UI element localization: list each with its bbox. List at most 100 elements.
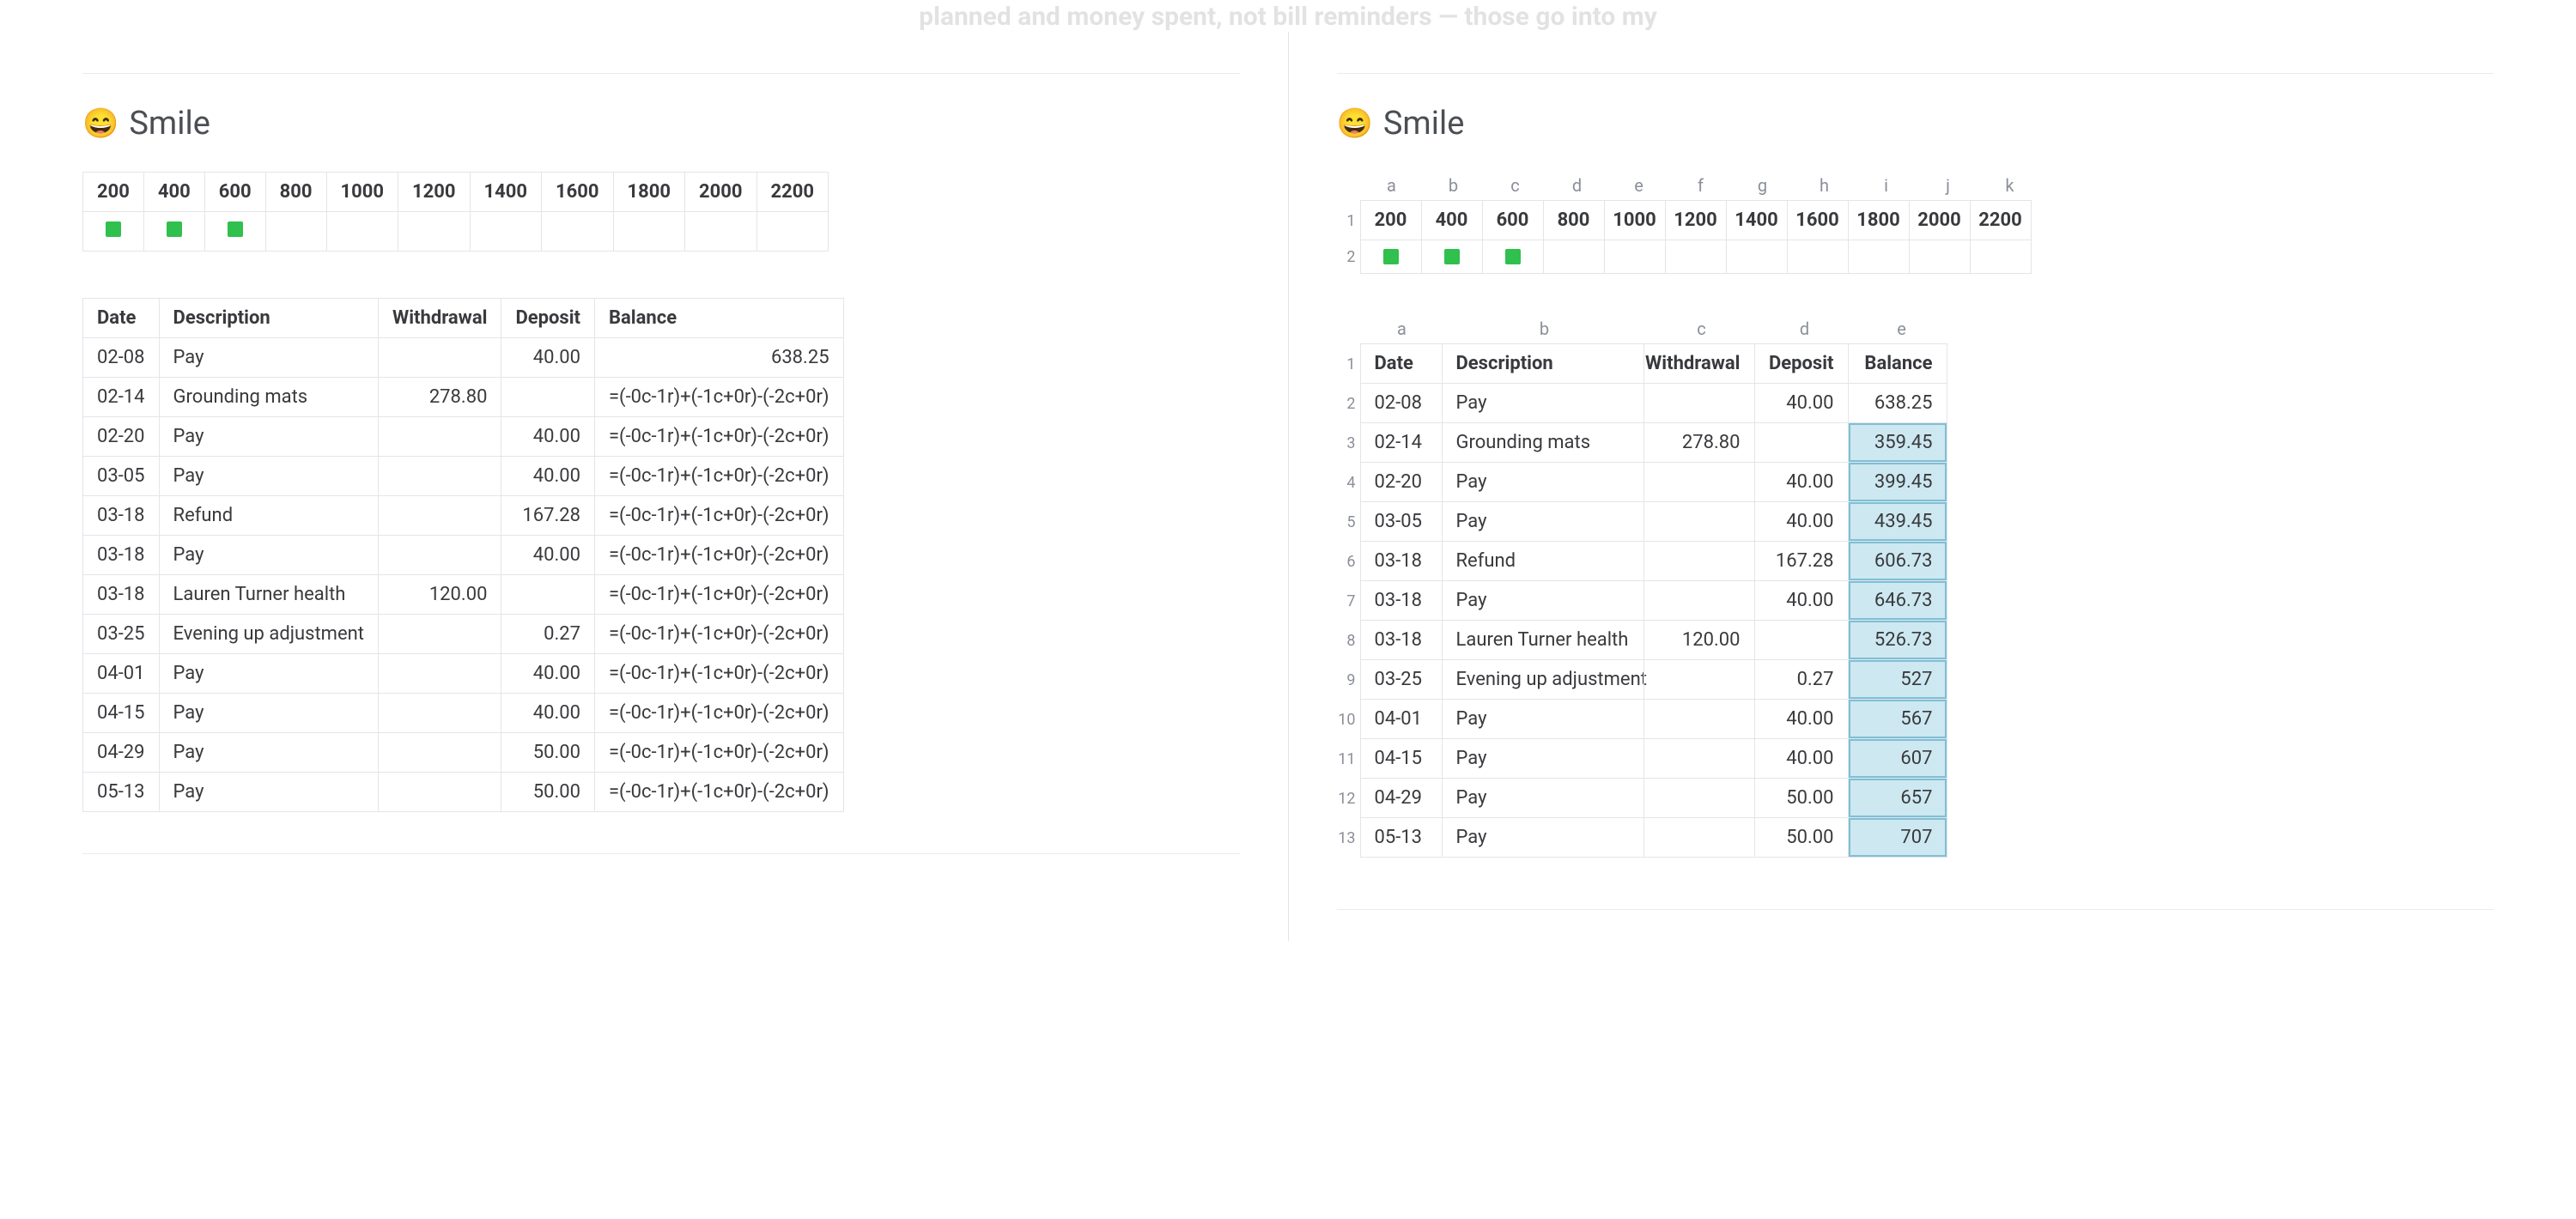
column-letter[interactable]: k [1979, 172, 2041, 201]
table-row[interactable]: 03-18Pay40.00=(-0c-1r)+(-1c+0r)-(-2c+0r) [83, 536, 844, 575]
ledger-cell[interactable]: 120.00 [1643, 620, 1755, 660]
ledger-cell[interactable]: 02-14 [1360, 422, 1443, 463]
scale-header-cell[interactable]: 1600 [1787, 200, 1849, 240]
ledger-cell[interactable] [1754, 422, 1849, 463]
ledger-cell[interactable]: 40.00 [1754, 738, 1849, 779]
scale-header-cell[interactable]: 1200 [398, 173, 471, 212]
row-number[interactable]: 1 [1337, 201, 1361, 240]
ledger-cell[interactable]: 02-20 [1360, 462, 1443, 502]
scale-header-cell[interactable]: 400 [1421, 200, 1483, 240]
row-number[interactable]: 2 [1337, 240, 1361, 274]
scale-header-cell[interactable]: 2200 [1970, 200, 2032, 240]
row-number[interactable]: 4 [1337, 463, 1361, 502]
ledger-cell[interactable]: Pay [159, 694, 378, 733]
ledger-column-header[interactable]: Deposit [1754, 343, 1849, 384]
ledger-column-header[interactable]: Withdrawal [378, 299, 501, 338]
ledger-cell[interactable]: 04-29 [83, 733, 160, 773]
ledger-cell[interactable]: 40.00 [1754, 383, 1849, 423]
ledger-cell[interactable] [501, 378, 595, 417]
ledger-balance-cell[interactable]: 638.25 [1848, 383, 1947, 423]
table-row[interactable]: 02-14Grounding mats278.80=(-0c-1r)+(-1c+… [83, 378, 844, 417]
ledger-cell[interactable]: Evening up adjustment [1442, 659, 1644, 700]
scale-header-cell[interactable]: 600 [204, 173, 265, 212]
table-row[interactable]: 04-01Pay40.00=(-0c-1r)+(-1c+0r)-(-2c+0r) [83, 654, 844, 694]
ledger-cell[interactable]: Pay [159, 733, 378, 773]
scale-cell[interactable] [542, 212, 614, 252]
ledger-cell[interactable]: Pay [159, 654, 378, 694]
column-letter[interactable]: d [1758, 315, 1852, 344]
ledger-cell[interactable]: Pay [1442, 462, 1644, 502]
column-letter[interactable]: a [1361, 315, 1443, 344]
ledger-balance-cell[interactable]: 399.45 [1848, 462, 1947, 502]
ledger-cell[interactable]: 02-08 [83, 338, 160, 378]
table-row[interactable]: 05-13Pay50.00=(-0c-1r)+(-1c+0r)-(-2c+0r) [83, 773, 844, 812]
scale-header-cell[interactable]: 200 [1360, 200, 1422, 240]
scale-cell[interactable] [265, 212, 326, 252]
ledger-cell[interactable]: 40.00 [501, 417, 595, 457]
column-letter[interactable]: c [1485, 172, 1546, 201]
row-number[interactable]: 7 [1337, 581, 1361, 621]
ledger-cell[interactable]: 40.00 [1754, 501, 1849, 542]
ledger-cell[interactable]: 04-15 [83, 694, 160, 733]
ledger-cell[interactable]: Lauren Turner health [159, 575, 378, 615]
column-letter[interactable]: i [1856, 172, 1917, 201]
row-number[interactable]: 1 [1337, 344, 1361, 384]
column-letter[interactable]: d [1546, 172, 1608, 201]
ledger-cell[interactable]: =(-0c-1r)+(-1c+0r)-(-2c+0r) [594, 654, 843, 694]
scale-header-cell[interactable]: 1800 [613, 173, 685, 212]
scale-header-cell[interactable]: 800 [265, 173, 326, 212]
scale-cell[interactable] [1726, 240, 1788, 274]
ledger-cell[interactable]: 04-01 [1360, 699, 1443, 739]
scale-header-cell[interactable]: 1600 [542, 173, 614, 212]
row-number[interactable]: 9 [1337, 660, 1361, 700]
ledger-balance-cell[interactable]: 607 [1848, 738, 1947, 779]
ledger-cell[interactable]: =(-0c-1r)+(-1c+0r)-(-2c+0r) [594, 615, 843, 654]
row-number[interactable]: 8 [1337, 621, 1361, 660]
ledger-cell[interactable]: =(-0c-1r)+(-1c+0r)-(-2c+0r) [594, 575, 843, 615]
ledger-cell[interactable]: Pay [159, 457, 378, 496]
ledger-cell[interactable]: Pay [1442, 817, 1644, 858]
ledger-cell[interactable] [1643, 501, 1755, 542]
ledger-balance-cell[interactable]: 606.73 [1848, 541, 1947, 581]
ledger-cell[interactable]: =(-0c-1r)+(-1c+0r)-(-2c+0r) [594, 378, 843, 417]
scale-cell[interactable] [1543, 240, 1605, 274]
ledger-cell[interactable]: 0.27 [501, 615, 595, 654]
ledger-cell[interactable]: Pay [1442, 580, 1644, 621]
column-letter[interactable]: g [1732, 172, 1794, 201]
column-letter[interactable]: a [1361, 172, 1423, 201]
scale-cell[interactable] [1787, 240, 1849, 274]
ledger-column-header[interactable]: Deposit [501, 299, 595, 338]
table-row[interactable]: 04-29Pay50.00=(-0c-1r)+(-1c+0r)-(-2c+0r) [83, 733, 844, 773]
ledger-cell[interactable]: 50.00 [1754, 817, 1849, 858]
ledger-cell[interactable] [378, 417, 501, 457]
ledger-cell[interactable]: 40.00 [501, 654, 595, 694]
scale-cell[interactable] [143, 212, 204, 252]
scale-cell[interactable] [685, 212, 757, 252]
ledger-balance-cell[interactable]: 707 [1848, 817, 1947, 858]
ledger-cell[interactable]: 50.00 [501, 773, 595, 812]
scale-cell[interactable] [1970, 240, 2032, 274]
ledger-cell[interactable]: 04-15 [1360, 738, 1443, 779]
ledger-cell[interactable]: Pay [159, 417, 378, 457]
scale-header-cell[interactable]: 1400 [470, 173, 542, 212]
ledger-cell[interactable]: 638.25 [594, 338, 843, 378]
row-number[interactable]: 12 [1337, 779, 1361, 818]
row-number[interactable]: 11 [1337, 739, 1361, 779]
ledger-cell[interactable]: =(-0c-1r)+(-1c+0r)-(-2c+0r) [594, 773, 843, 812]
scale-header-cell[interactable]: 200 [83, 173, 144, 212]
ledger-cell[interactable] [378, 733, 501, 773]
ledger-cell[interactable] [1643, 699, 1755, 739]
scale-cell[interactable] [1482, 240, 1544, 274]
scale-cell[interactable] [1909, 240, 1971, 274]
scale-header-cell[interactable]: 1800 [1848, 200, 1910, 240]
column-letter[interactable]: b [1423, 172, 1485, 201]
row-number[interactable]: 10 [1337, 700, 1361, 739]
scale-header-cell[interactable]: 600 [1482, 200, 1544, 240]
ledger-cell[interactable]: 167.28 [1754, 541, 1849, 581]
scale-cell[interactable] [326, 212, 398, 252]
ledger-cell[interactable]: 40.00 [501, 457, 595, 496]
ledger-cell[interactable]: 03-05 [1360, 501, 1443, 542]
ledger-cell[interactable] [378, 457, 501, 496]
ledger-cell[interactable] [378, 615, 501, 654]
scale-header-cell[interactable]: 2000 [1909, 200, 1971, 240]
